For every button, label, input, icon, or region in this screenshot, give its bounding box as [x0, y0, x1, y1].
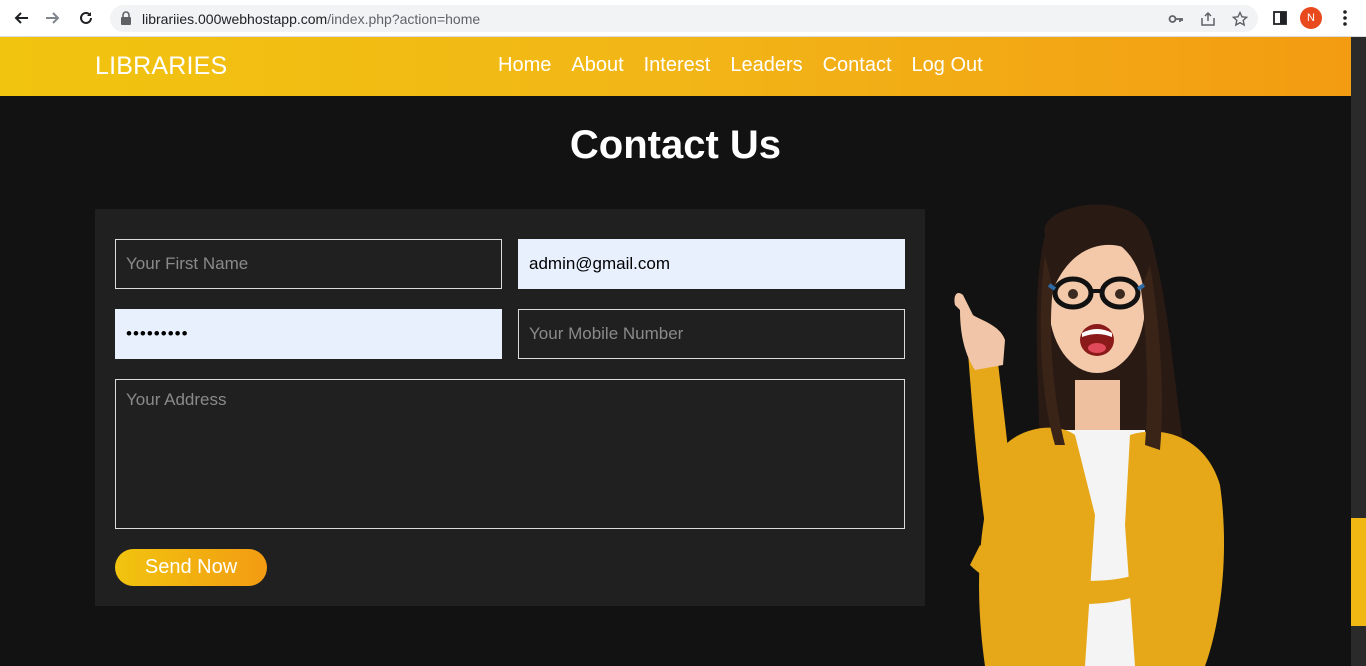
nav-home[interactable]: Home [498, 54, 551, 77]
site-header: LIBRARIES Home About Interest Leaders Co… [0, 37, 1351, 96]
nav-logout[interactable]: Log Out [912, 54, 983, 77]
excited-woman-illustration [954, 204, 1225, 666]
key-icon[interactable] [1168, 11, 1184, 27]
nav-interest[interactable]: Interest [644, 54, 711, 77]
main-nav: Home About Interest Leaders Contact Log … [498, 54, 983, 77]
site-logo[interactable]: LIBRARIES [95, 52, 227, 81]
nav-leaders[interactable]: Leaders [730, 54, 802, 77]
first-name-input[interactable] [115, 239, 502, 289]
url-text: librariies.000webhostapp.com/index.php?a… [142, 11, 481, 27]
address-textarea[interactable] [115, 379, 905, 529]
reload-icon[interactable] [74, 6, 98, 30]
side-panel-icon[interactable] [1270, 8, 1290, 28]
page-title: Contact Us [569, 123, 782, 167]
share-icon[interactable] [1200, 11, 1216, 27]
page-scrollbar[interactable] [1351, 37, 1366, 666]
forward-arrow-icon[interactable] [41, 6, 65, 30]
browser-toolbar: librariies.000webhostapp.com/index.php?a… [0, 0, 1366, 37]
menu-dots-icon[interactable] [1335, 8, 1355, 28]
password-input[interactable] [115, 309, 502, 359]
profile-avatar[interactable]: N [1300, 7, 1322, 29]
email-input[interactable] [518, 239, 905, 289]
mobile-number-input[interactable] [518, 309, 905, 359]
nav-contact[interactable]: Contact [823, 54, 892, 77]
lock-icon[interactable] [120, 11, 132, 30]
send-now-button[interactable]: Send Now [115, 549, 267, 586]
nav-about[interactable]: About [571, 54, 623, 77]
address-bar[interactable]: librariies.000webhostapp.com/index.php?a… [110, 5, 1258, 32]
back-arrow-icon[interactable] [9, 6, 33, 30]
star-icon[interactable] [1231, 10, 1249, 27]
contact-form: Send Now [95, 209, 925, 606]
scrollbar-thumb[interactable] [1351, 518, 1366, 626]
